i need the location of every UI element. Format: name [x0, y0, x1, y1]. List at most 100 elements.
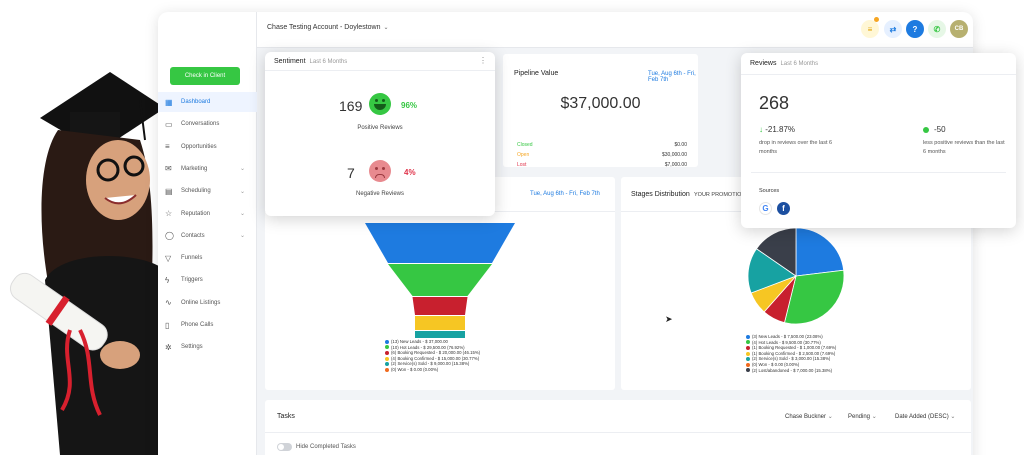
star-icon: ☆	[165, 209, 173, 218]
funnel-segment-booking-requested[interactable]	[412, 297, 468, 315]
legend-dot	[385, 356, 389, 361]
sidebar-item-label: Online Listings	[181, 299, 221, 306]
pipeline-total: $37,000.00	[560, 95, 641, 112]
legend-dot	[746, 357, 750, 362]
person-icon: ◯	[165, 231, 174, 241]
sentiment-title-text: Sentiment	[274, 58, 306, 65]
sidebar-item-online-listings[interactable]: ∿ Online Listings	[158, 293, 257, 313]
sentiment-period: Last 6 Months	[309, 59, 348, 65]
funnel-chart	[365, 223, 515, 338]
sidebar-item-label: Funnels	[181, 255, 203, 262]
sidebar-item-label: Dashboard	[181, 99, 211, 105]
calendar-icon: ▤	[165, 186, 173, 196]
sidebar-item-marketing[interactable]: ✉ Marketing ⌄	[158, 159, 257, 179]
phone-icon[interactable]: ✆	[928, 20, 946, 38]
google-icon[interactable]: G	[759, 202, 772, 215]
stages-legend: (3) New Leads - $ 7,500.00 (23.08%) (4) H…	[746, 334, 836, 373]
legend-item: (0) Won - $ 0.00 (0.00%)	[385, 367, 480, 373]
legend-dot	[746, 334, 750, 339]
reviews-card: Reviews Last 6 Months 268 ↓ -21.87% drop …	[741, 53, 1016, 228]
tasks-title: Tasks	[277, 413, 295, 420]
more-options-icon[interactable]: ⋮	[479, 56, 487, 65]
status-value: Pending	[848, 414, 871, 420]
tasks-card: Tasks Chase Buckner ⌄ Pending ⌄ Date Add…	[265, 400, 971, 455]
legend-dot	[385, 362, 389, 367]
check-in-client-button[interactable]: Check in Client	[170, 67, 240, 85]
funnel-segment-service-s-sold[interactable]	[415, 331, 465, 338]
legend-dot	[746, 351, 750, 356]
reviews-positive-change: -50	[923, 125, 946, 134]
divider	[741, 74, 1016, 75]
notification-dot	[874, 17, 879, 22]
chevron-down-icon: ⌄	[239, 188, 245, 195]
assignee-value: Chase Buckner	[785, 414, 827, 420]
legend-dot	[385, 350, 389, 355]
sidebar-item-conversations[interactable]: ▭ Conversations	[158, 114, 257, 134]
hide-completed-label: Hide Completed Tasks	[296, 444, 356, 450]
chevron-down-icon: ⌄	[383, 25, 389, 31]
funnel-stack-icon: ≡	[165, 142, 170, 152]
promotion-filter[interactable]: YOUR PROMOTION	[694, 192, 745, 198]
facebook-icon[interactable]: f	[777, 202, 790, 215]
phone-icon: ▯	[165, 320, 170, 330]
sidebar-item-contacts[interactable]: ◯ Contacts ⌄	[158, 226, 257, 246]
graduate-photo	[9, 72, 175, 455]
reviews-period: Last 6 Months	[780, 61, 819, 67]
reviews-total: 268	[759, 93, 790, 113]
switch-icon[interactable]: ⇄	[884, 20, 902, 38]
mail-icon: ✉	[165, 164, 172, 174]
legend-dot	[385, 367, 389, 372]
dashboard-icon: ▦	[165, 97, 173, 107]
sidebar-item-label: Marketing	[181, 165, 208, 172]
sidebar-item-reputation[interactable]: ☆ Reputation ⌄	[158, 204, 257, 224]
legend-dot	[385, 339, 389, 344]
pipeline-title: Pipeline Value	[514, 70, 559, 77]
stages-title: Stages Distribution	[631, 191, 690, 198]
marketing-hero: Check in Client ▦ Dashboard ▭ Conversations…	[0, 0, 1024, 455]
pie-slice-new-leads[interactable]	[795, 227, 845, 277]
account-switcher[interactable]: Chase Testing Account - Doylestown ⌄	[267, 24, 389, 31]
sources-label: Sources	[759, 188, 780, 194]
reviews-positive-change-text: less positive reviews than the last 6 mo…	[923, 140, 1005, 155]
sidebar-item-label: Triggers	[181, 277, 203, 284]
pipeline-row-value: $0.00	[674, 142, 687, 148]
funnel-segment-booking-confirmed[interactable]	[415, 316, 465, 330]
reviews-change-text: drop in reviews over the last 6 months	[759, 140, 833, 155]
pipeline-row-label: Closed	[517, 142, 533, 148]
avatar[interactable]: CB	[950, 20, 968, 38]
funnel-segment-new-leads[interactable]	[365, 223, 515, 263]
legend-dot	[385, 345, 389, 350]
funnel-date-range[interactable]: Tue, Aug 6th - Fri, Feb 7th	[530, 191, 600, 197]
hide-completed-toggle[interactable]	[277, 443, 292, 451]
chevron-down-icon: ⌄	[239, 166, 245, 173]
positive-percent: 96%	[401, 101, 418, 110]
help-button[interactable]: ?	[906, 20, 924, 38]
sidebar-item-scheduling[interactable]: ▤ Scheduling ⌄	[158, 181, 257, 201]
sidebar-item-funnels[interactable]: ▽ Funnels	[158, 248, 257, 268]
mouse-cursor-icon: ➤	[665, 314, 673, 324]
list-icon[interactable]: ≡	[861, 20, 879, 38]
sort-filter[interactable]: Date Added (DESC) ⌄	[895, 413, 955, 420]
sidebar-item-label: Opportunities	[181, 143, 217, 150]
pipeline-row-label: Lost	[517, 162, 527, 168]
sidebar-item-dashboard[interactable]: ▦ Dashboard	[158, 92, 257, 112]
bolt-icon: ϟ	[165, 275, 170, 285]
funnel-segment-hot-leads[interactable]	[388, 264, 492, 296]
status-filter[interactable]: Pending ⌄	[848, 413, 877, 420]
account-name: Chase Testing Account - Doylestown	[267, 24, 381, 31]
pipeline-date-range[interactable]: Tue, Aug 6th - Fri, Feb 7th	[648, 71, 698, 83]
sidebar-item-phone-calls[interactable]: ▯ Phone Calls	[158, 315, 257, 335]
sidebar-item-triggers[interactable]: ϟ Triggers	[158, 270, 257, 290]
chevron-down-icon: ⌄	[871, 414, 877, 420]
pipeline-row-label: Open	[517, 152, 530, 158]
top-bar: Chase Testing Account - Doylestown ⌄ ≡ ⇄ …	[257, 12, 973, 48]
reviews-title-text: Reviews	[750, 60, 777, 67]
funnel-legend: (13) New Leads - $ 37,000.00 (10) Hot Lea…	[385, 339, 480, 373]
gear-icon: ✲	[165, 342, 172, 352]
sidebar-item-opportunities[interactable]: ≡ Opportunities	[158, 137, 257, 157]
sentiment-title: Sentiment Last 6 Months	[274, 58, 347, 65]
sidebar-item-settings[interactable]: ✲ Settings	[158, 337, 257, 357]
assignee-filter[interactable]: Chase Buckner ⌄	[785, 413, 833, 420]
pipeline-value-card: Pipeline Value Tue, Aug 6th - Fri, Feb 7…	[503, 54, 698, 168]
sidebar-item-label: Scheduling	[181, 188, 211, 195]
